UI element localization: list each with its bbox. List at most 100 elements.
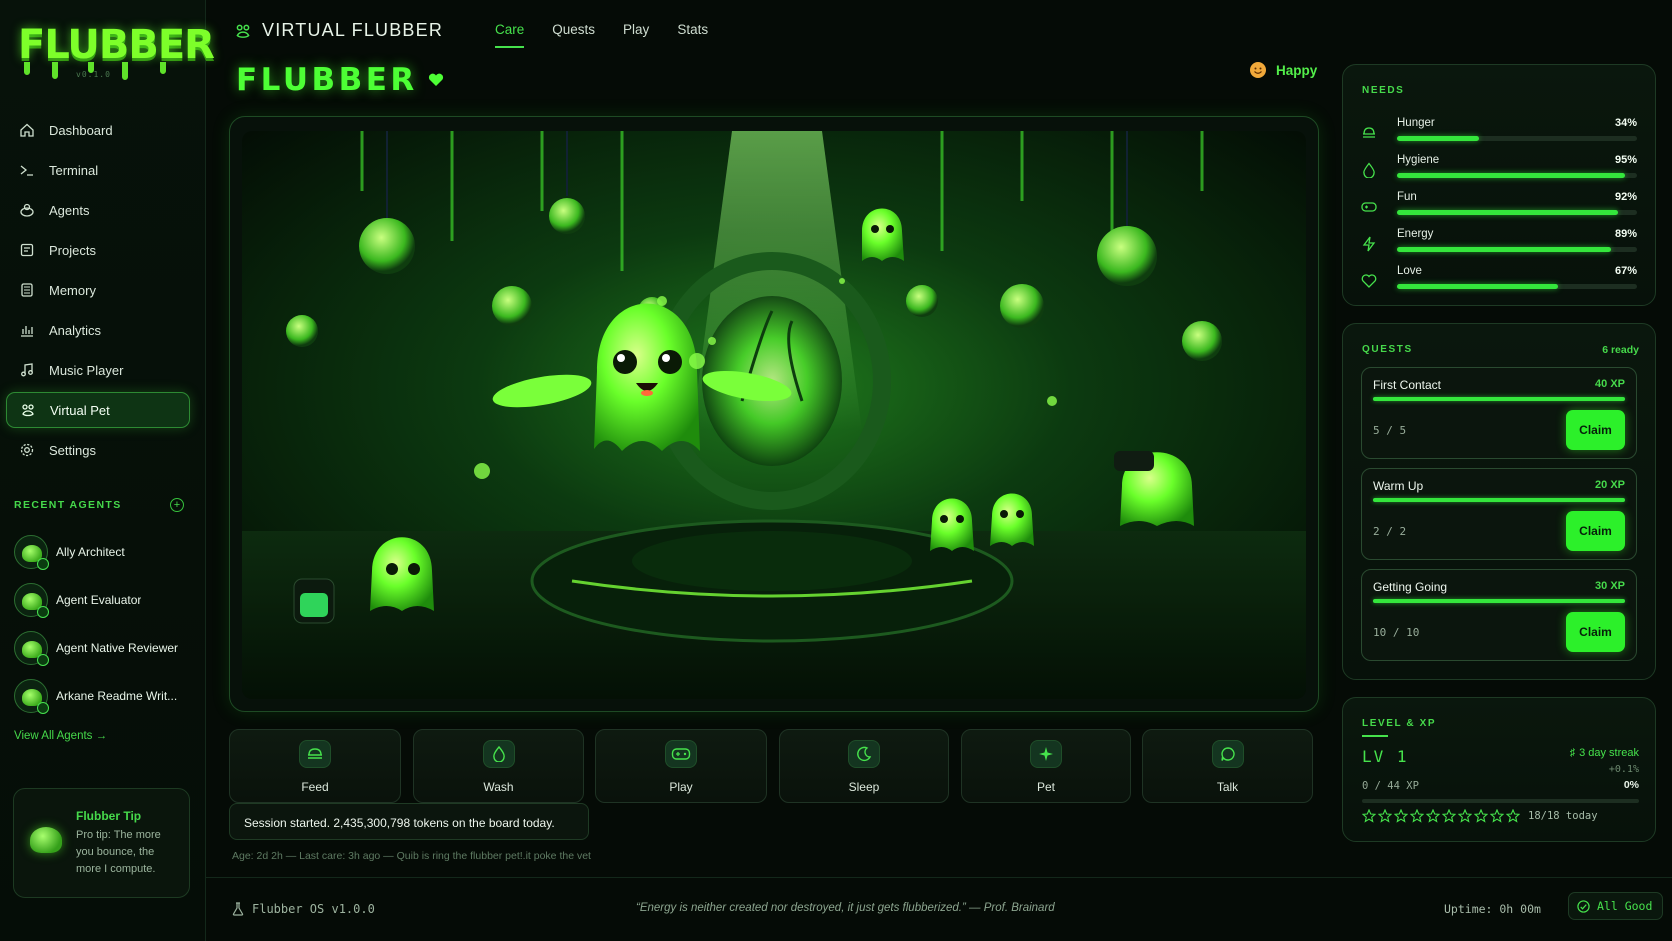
xp-bar xyxy=(1362,799,1639,803)
claim-button[interactable]: Claim xyxy=(1566,612,1625,652)
pet-scene-frame xyxy=(229,116,1319,712)
need-label: Energy xyxy=(1397,228,1434,240)
need-label: Fun xyxy=(1397,191,1417,203)
chat-icon xyxy=(1220,747,1235,761)
sidebar-item-memory[interactable]: Memory xyxy=(6,272,190,308)
need-value: 89% xyxy=(1614,228,1637,240)
quest-card: Warm Up 20 XP 2 / 2 Claim xyxy=(1361,468,1637,560)
daily-stars xyxy=(1362,809,1522,823)
heart-icon xyxy=(1361,274,1377,288)
level-title: LEVEL & XP xyxy=(1362,718,1437,729)
today-count: 18/18 today xyxy=(1528,810,1598,822)
care-actions: Feed Wash Play Sleep Pet Talk xyxy=(229,729,1319,803)
sidebar-item-music-player[interactable]: Music Player xyxy=(6,352,190,388)
tab-care[interactable]: Care xyxy=(495,22,525,48)
need-label: Love xyxy=(1397,265,1422,277)
tab-quests[interactable]: Quests xyxy=(552,22,595,48)
wash-icon xyxy=(492,746,505,762)
add-agent-button[interactable]: + xyxy=(170,498,184,512)
quest-progress-fill xyxy=(1373,498,1625,502)
quest-name: Getting Going xyxy=(1373,580,1448,594)
quest-progress: 2 / 2 xyxy=(1373,525,1407,538)
tab-stats[interactable]: Stats xyxy=(677,22,708,48)
quest-card: Getting Going 30 XP 10 / 10 Claim xyxy=(1361,569,1637,661)
need-energy: Energy 89% xyxy=(1361,228,1637,264)
sidebar-item-label: Music Player xyxy=(49,362,124,378)
need-bar-fill xyxy=(1397,247,1611,252)
claim-button[interactable]: Claim xyxy=(1566,410,1625,450)
need-value: 34% xyxy=(1614,117,1637,129)
sidebar-item-label: Virtual Pet xyxy=(50,402,110,418)
os-version: Flubber OS v1.0.0 xyxy=(232,902,375,916)
uptime: Uptime: 0h 00m xyxy=(1444,902,1541,916)
quest-name: Warm Up xyxy=(1373,479,1424,493)
agents-icon xyxy=(20,203,34,217)
agent-item[interactable]: Ally Architect xyxy=(14,528,194,576)
need-hygiene: Hygiene 95% xyxy=(1361,154,1637,190)
star-icon xyxy=(1442,809,1456,823)
happy-face-icon xyxy=(1250,62,1266,78)
sleep-button[interactable]: Sleep xyxy=(779,729,949,803)
recent-agents-title: RECENT AGENTS xyxy=(14,499,122,511)
sidebar-item-analytics[interactable]: Analytics xyxy=(6,312,190,348)
action-label: Pet xyxy=(1036,780,1055,794)
sidebar-item-projects[interactable]: Projects xyxy=(6,232,190,268)
agent-item[interactable]: Arkane Readme Writ... xyxy=(14,672,194,720)
gamepad-icon xyxy=(1361,202,1377,212)
need-bar-fill xyxy=(1397,136,1479,141)
agent-item[interactable]: Agent Evaluator xyxy=(14,576,194,624)
moon-icon xyxy=(857,746,872,762)
xp-delta: +0.1% xyxy=(1608,764,1639,775)
claim-button[interactable]: Claim xyxy=(1566,511,1625,551)
tab-bar: Care Quests Play Stats xyxy=(495,22,736,48)
pet-button[interactable]: Pet xyxy=(961,729,1131,803)
play-button[interactable]: Play xyxy=(595,729,767,803)
quest-card: First Contact 40 XP 5 / 5 Claim xyxy=(1361,367,1637,459)
sidebar: FLUBBER v0.1.0 Dashboard Terminal Agents… xyxy=(0,0,215,941)
star-icon xyxy=(1394,809,1408,823)
needs-panel: NEEDS Hunger 34% Hygiene 95% Fun 92% Ene… xyxy=(1342,64,1656,306)
quest-xp: 40 XP xyxy=(1595,378,1625,390)
talk-button[interactable]: Talk xyxy=(1142,729,1313,803)
pet-name: FLUBBER xyxy=(236,62,418,98)
avatar xyxy=(14,583,49,618)
app-logo[interactable]: FLUBBER v0.1.0 xyxy=(18,22,215,84)
tip-body: Pro tip: The more you bounce, the more I… xyxy=(76,829,161,875)
level-value: LV 1 xyxy=(1362,747,1409,766)
recent-agents-list: Ally Architect Agent Evaluator Agent Nat… xyxy=(14,528,194,720)
agent-name: Arkane Readme Writ... xyxy=(56,689,178,703)
sidebar-item-dashboard[interactable]: Dashboard xyxy=(6,112,190,148)
pet-scene-illustration xyxy=(242,131,1306,699)
analytics-icon xyxy=(21,326,33,337)
need-bar-fill xyxy=(1397,210,1618,215)
sidebar-item-settings[interactable]: Settings xyxy=(6,432,190,468)
status-badge[interactable]: All Good xyxy=(1568,892,1664,920)
pet-icon xyxy=(22,404,34,417)
quest-progress: 5 / 5 xyxy=(1373,424,1407,437)
view-all-agents-link[interactable]: View All Agents → xyxy=(14,730,107,742)
status-ok-icon xyxy=(1577,899,1590,913)
need-value: 95% xyxy=(1614,154,1637,166)
quest-progress-fill xyxy=(1373,397,1625,401)
pet-scene[interactable] xyxy=(242,131,1306,699)
sidebar-item-terminal[interactable]: Terminal xyxy=(6,152,190,188)
page-title: VIRTUAL FLUBBER xyxy=(262,20,444,40)
star-icon xyxy=(1410,809,1424,823)
need-bar-fill xyxy=(1397,173,1625,178)
sidebar-item-agents[interactable]: Agents xyxy=(6,192,190,228)
bolt-icon xyxy=(1362,236,1376,252)
need-fun: Fun 92% xyxy=(1361,191,1637,227)
quest-xp: 30 XP xyxy=(1595,580,1625,592)
mood-label: Happy xyxy=(1276,62,1318,78)
agent-item[interactable]: Agent Native Reviewer xyxy=(14,624,194,672)
sparkle-icon xyxy=(1039,747,1053,761)
sidebar-item-virtual-pet[interactable]: Virtual Pet xyxy=(6,392,190,428)
need-label: Hunger xyxy=(1397,117,1435,129)
sidebar-item-label: Dashboard xyxy=(49,122,113,138)
streak-label: 3 day streak xyxy=(1579,747,1639,759)
agent-name: Agent Native Reviewer xyxy=(56,641,179,655)
feed-button[interactable]: Feed xyxy=(229,729,401,803)
sidebar-nav: Dashboard Terminal Agents Projects Memor… xyxy=(6,112,190,472)
wash-button[interactable]: Wash xyxy=(413,729,584,803)
tab-play[interactable]: Play xyxy=(623,22,649,48)
